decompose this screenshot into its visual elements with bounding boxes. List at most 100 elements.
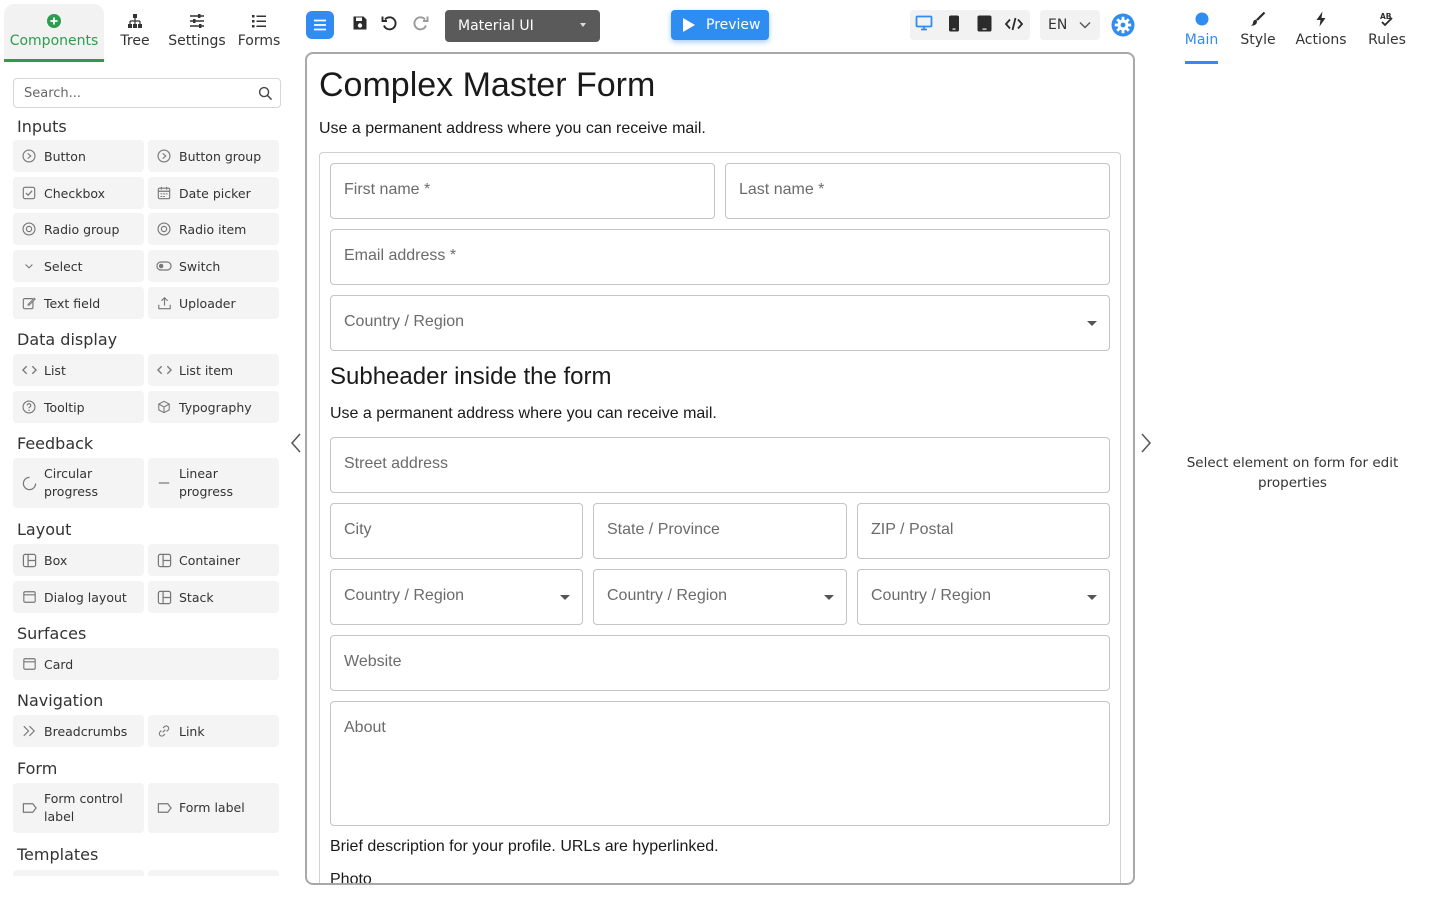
upload-icon: [156, 295, 172, 311]
component-breadcrumbs[interactable]: Breadcrumbs: [13, 715, 144, 747]
component-radio-group[interactable]: Radio group: [13, 213, 144, 245]
minus-icon: [156, 475, 172, 491]
search-icon[interactable]: [250, 86, 280, 101]
code-icon: [1004, 16, 1024, 35]
tab-main[interactable]: Main: [1185, 10, 1218, 64]
about-placeholder: About: [344, 719, 386, 736]
tab-settings[interactable]: Settings: [166, 4, 228, 62]
component-label: Button: [44, 148, 86, 164]
section-layout: Layout: [17, 520, 72, 539]
component-label: Radio group: [44, 221, 120, 237]
component-select[interactable]: Select: [13, 250, 144, 282]
preview-button[interactable]: Preview: [671, 10, 769, 40]
website-field[interactable]: Website: [330, 635, 1110, 691]
chevron-down-icon: [21, 258, 37, 274]
language-select[interactable]: EN: [1040, 10, 1100, 40]
language-value: EN: [1048, 17, 1068, 33]
form-title[interactable]: Complex Master Form: [319, 66, 655, 105]
component-list[interactable]: List: [13, 354, 144, 386]
email-placeholder: Email address *: [344, 247, 457, 264]
zip-field[interactable]: ZIP / Postal: [857, 503, 1110, 559]
component-form-control-label[interactable]: Form control label: [13, 783, 144, 833]
component-box[interactable]: Box: [13, 544, 144, 576]
component-template-partial[interactable]: [148, 870, 279, 876]
theme-select[interactable]: Material UI: [445, 10, 600, 42]
component-link[interactable]: Link: [148, 715, 279, 747]
tab-tree-label: Tree: [120, 33, 150, 49]
component-radio-item[interactable]: Radio item: [148, 213, 279, 245]
tab-components[interactable]: Components: [4, 4, 104, 62]
about-textarea[interactable]: About: [330, 701, 1110, 826]
component-label: Dialog layout: [44, 589, 127, 605]
gear-button[interactable]: [1111, 13, 1135, 37]
form-subheader-description[interactable]: Use a permanent address where you can re…: [330, 405, 717, 423]
component-container[interactable]: Container: [148, 544, 279, 576]
save-button[interactable]: [348, 13, 372, 37]
tab-actions-label: Actions: [1295, 32, 1347, 48]
hamburger-icon: [313, 16, 327, 35]
country-select[interactable]: Country / Region: [857, 569, 1110, 625]
component-form-label[interactable]: Form label: [148, 783, 279, 833]
component-dialog-layout[interactable]: Dialog layout: [13, 581, 144, 613]
form-subheader[interactable]: Subheader inside the form: [330, 363, 612, 391]
undo-button[interactable]: [378, 13, 402, 37]
zip-placeholder: ZIP / Postal: [871, 521, 954, 538]
mobile-view-button[interactable]: [942, 13, 966, 37]
component-button[interactable]: Button: [13, 140, 144, 172]
last-name-placeholder: Last name *: [739, 181, 825, 198]
menu-button[interactable]: [306, 11, 334, 39]
tab-style[interactable]: Style: [1240, 10, 1276, 64]
form-preview: Complex Master Form Use a permanent addr…: [307, 54, 1133, 883]
first-name-field[interactable]: First name *: [330, 163, 715, 219]
tablet-view-button[interactable]: [972, 13, 996, 37]
email-field[interactable]: Email address *: [330, 229, 1110, 285]
street-address-field[interactable]: Street address: [330, 437, 1110, 493]
cube-icon: [156, 399, 172, 415]
spinner-icon: [21, 475, 37, 491]
component-label: Container: [179, 552, 241, 568]
component-label: Button group: [179, 148, 262, 164]
component-typography[interactable]: Typography: [148, 391, 279, 423]
component-button-group[interactable]: Button group: [148, 140, 279, 172]
calendar-icon: [156, 185, 172, 201]
tab-rules[interactable]: AB Rules: [1368, 10, 1406, 64]
last-name-field[interactable]: Last name *: [725, 163, 1110, 219]
gear-icon: [1111, 13, 1135, 41]
component-date-picker[interactable]: Date picker: [148, 177, 279, 209]
component-list-item[interactable]: List item: [148, 354, 279, 386]
component-stack[interactable]: Stack: [148, 581, 279, 613]
country-select[interactable]: Country / Region: [593, 569, 847, 625]
search-input[interactable]: [14, 80, 250, 106]
component-template-partial[interactable]: [13, 870, 144, 876]
component-linear-progress[interactable]: Linear progress: [148, 458, 279, 508]
desktop-view-button[interactable]: [912, 13, 936, 37]
tablet-icon: [977, 15, 992, 36]
city-placeholder: City: [344, 521, 372, 538]
tab-actions[interactable]: Actions: [1295, 10, 1347, 64]
city-field[interactable]: City: [330, 503, 583, 559]
country-select[interactable]: Country / Region: [330, 569, 583, 625]
component-circular-progress[interactable]: Circular progress: [13, 458, 144, 508]
phone-icon: [948, 15, 960, 36]
dot-icon: [1195, 10, 1209, 28]
component-uploader[interactable]: Uploader: [148, 287, 279, 319]
tab-tree[interactable]: Tree: [104, 4, 166, 62]
component-text-field[interactable]: Text field: [13, 287, 144, 319]
caret-down-icon: [580, 23, 586, 27]
component-card[interactable]: Card: [13, 648, 279, 680]
toggle-icon: [156, 258, 172, 274]
code-view-button[interactable]: [1002, 13, 1026, 37]
redo-button[interactable]: [408, 13, 432, 37]
tab-forms[interactable]: Forms: [228, 4, 290, 62]
collapse-right-panel-button[interactable]: [1139, 432, 1153, 454]
component-switch[interactable]: Switch: [148, 250, 279, 282]
component-checkbox[interactable]: Checkbox: [13, 177, 144, 209]
form-description[interactable]: Use a permanent address where you can re…: [319, 120, 706, 138]
component-label: Stack: [179, 589, 214, 605]
website-placeholder: Website: [344, 653, 402, 670]
state-field[interactable]: State / Province: [593, 503, 847, 559]
component-tooltip[interactable]: Tooltip: [13, 391, 144, 423]
label-icon: [21, 800, 37, 816]
country-select[interactable]: Country / Region: [330, 295, 1110, 351]
collapse-left-panel-button[interactable]: [289, 432, 303, 454]
